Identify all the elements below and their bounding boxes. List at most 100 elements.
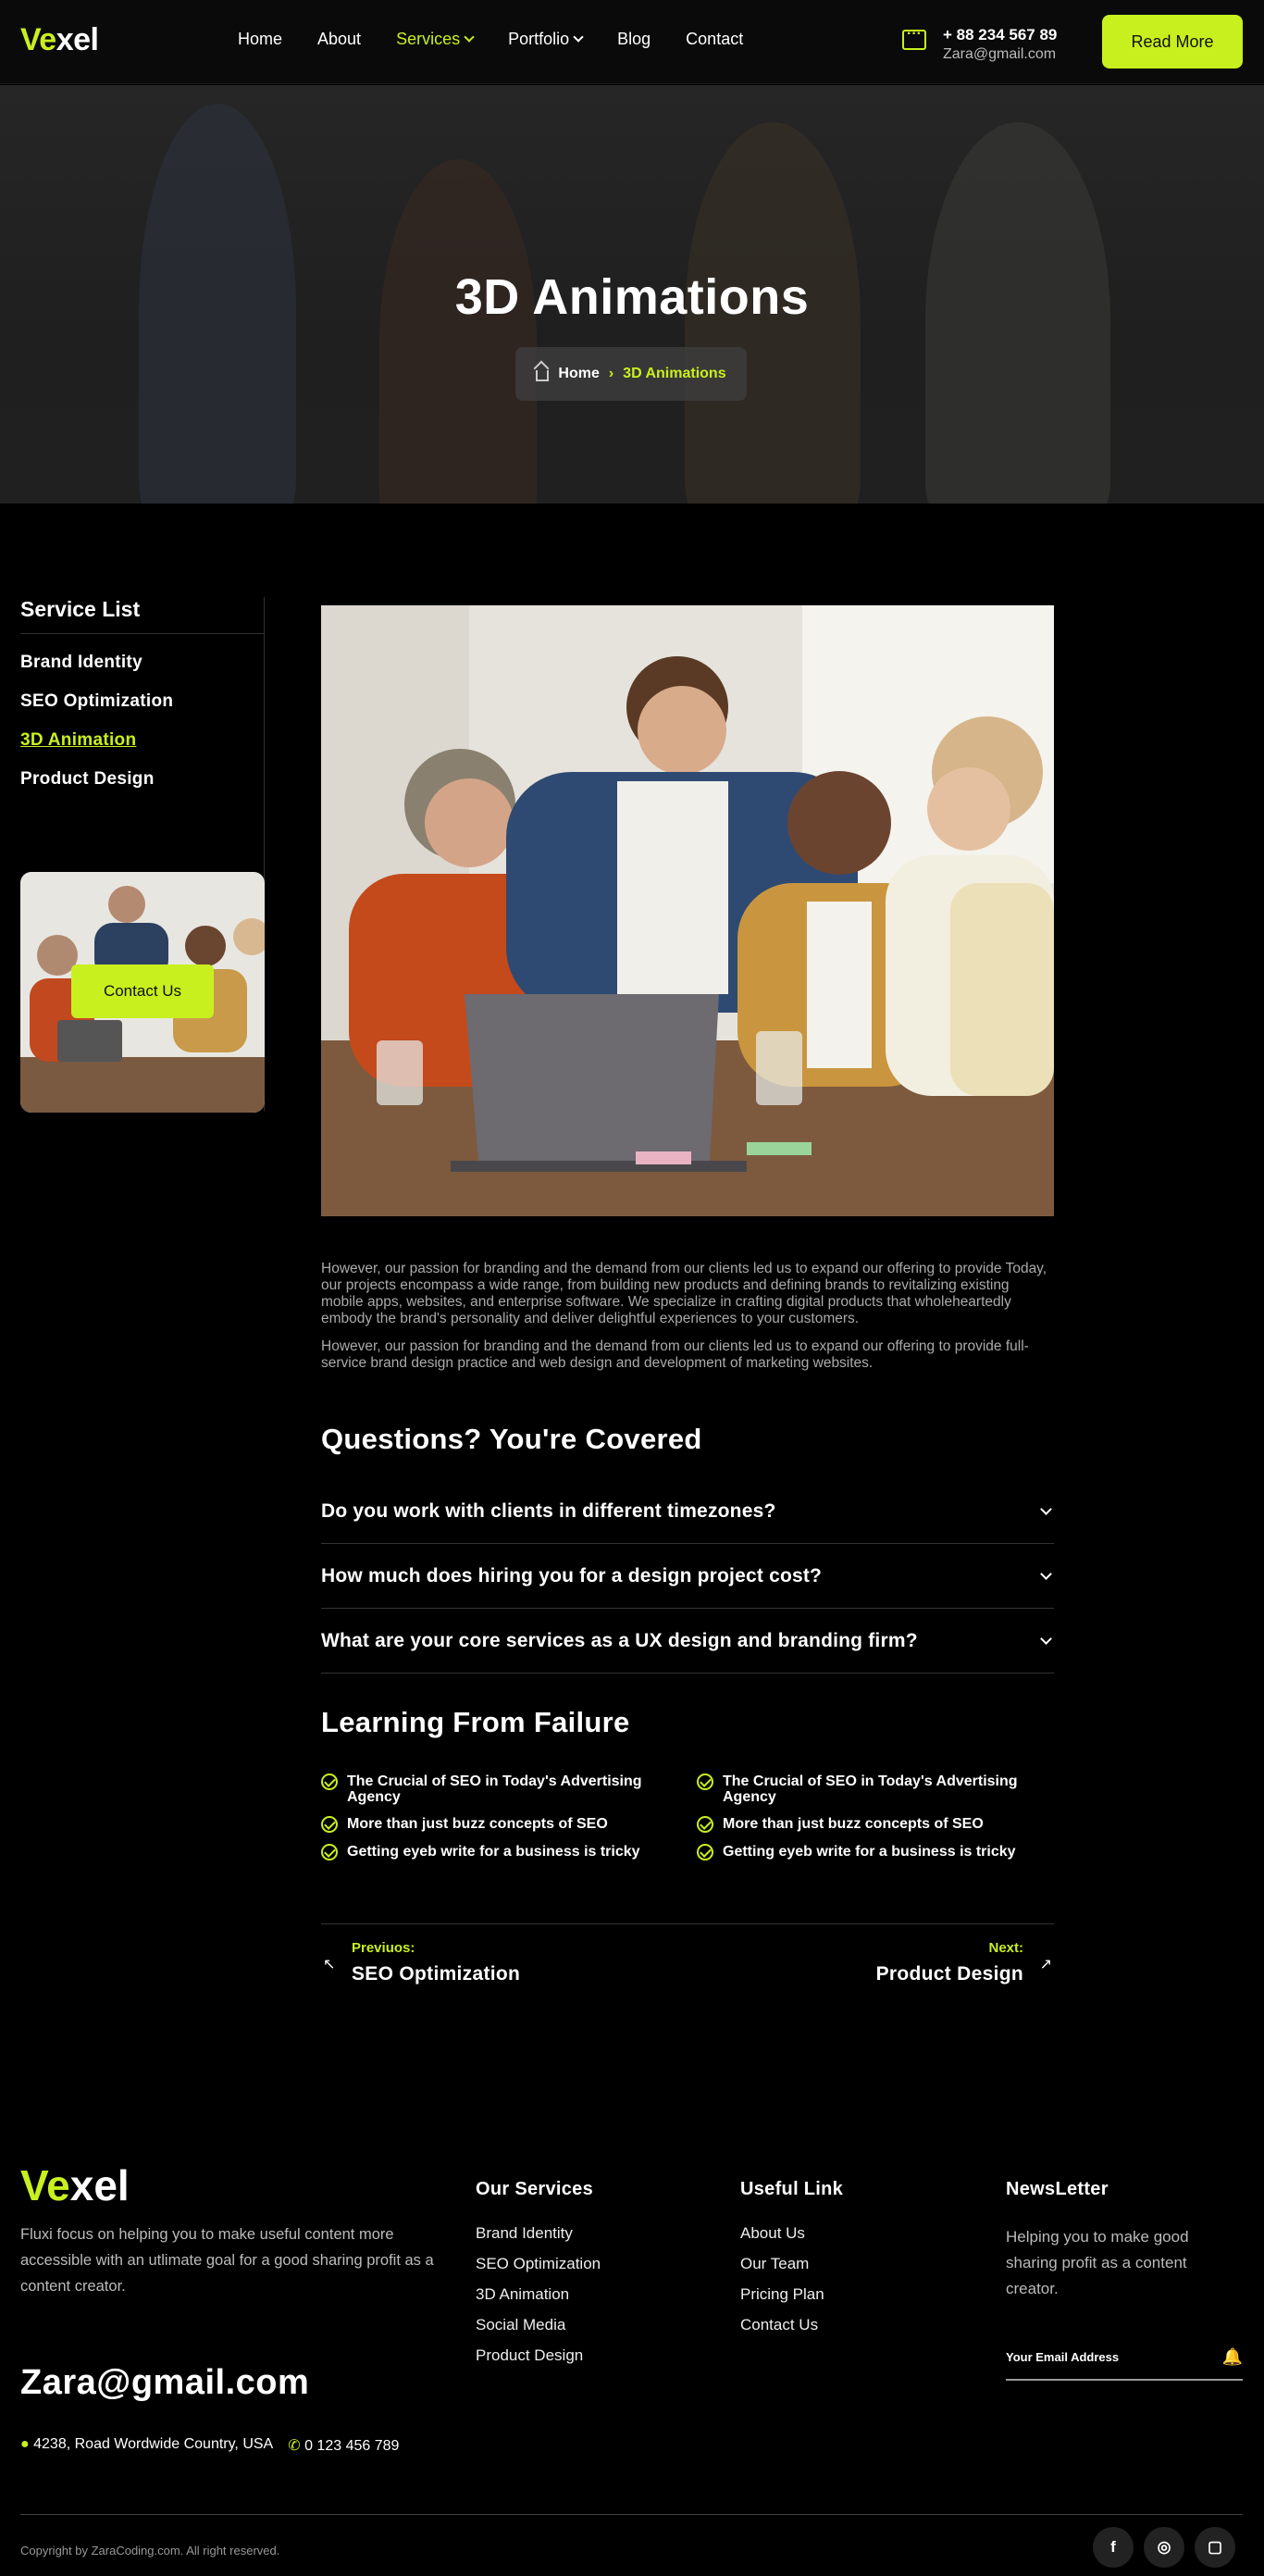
phone-icon: ✆ (288, 2438, 301, 2454)
contact-us-button[interactable]: Contact Us (71, 964, 214, 1018)
logo-accent: Ve (20, 2161, 70, 2209)
sidebar-title: Service List (20, 597, 265, 634)
learning-heading: Learning From Failure (321, 1706, 630, 1738)
prev-label: Previuos: (352, 1940, 415, 1956)
chevron-down-icon (464, 31, 475, 43)
footer-services: Our Services Brand Identity SEO Optimiza… (476, 2179, 601, 2377)
footer-link[interactable]: 3D Animation (476, 2285, 601, 2304)
logo-accent: Ve (20, 22, 56, 57)
nav-contact[interactable]: Contact (686, 30, 743, 49)
newsletter-text: Helping you to make good sharing profit … (1006, 2228, 1189, 2297)
nav-label: Home (238, 30, 283, 48)
sidebar-item-brand-identity[interactable]: Brand Identity (20, 653, 265, 673)
breadcrumb-home[interactable]: Home (558, 366, 599, 382)
location-pin-icon: ● (20, 2436, 30, 2452)
footer-col-title: Useful Link (740, 2179, 844, 2199)
nav-blog[interactable]: Blog (617, 30, 651, 49)
logo-text: xel (56, 22, 99, 57)
faq-question: How much does hiring you for a design pr… (321, 1564, 823, 1587)
list-item: The Crucial of SEO in Today's Advertisin… (697, 1773, 1048, 1805)
nav-home[interactable]: Home (238, 30, 282, 49)
body-paragraph-1: However, our passion for branding and th… (321, 1261, 1047, 1326)
nav-label: Portfolio (508, 30, 570, 48)
chat-icon (902, 26, 926, 50)
footer-link[interactable]: About Us (740, 2224, 843, 2243)
faq-item[interactable]: What are your core services as a UX desi… (321, 1609, 1054, 1674)
address-text: 4238, Road Wordwide Country, USA (33, 2436, 274, 2452)
header-phone[interactable]: + 88 234 567 89 (943, 26, 1057, 44)
faq-question: Do you work with clients in different ti… (321, 1500, 776, 1522)
read-more-button[interactable]: Read More (1102, 15, 1243, 68)
check-list-right: The Crucial of SEO in Today's Advertisin… (697, 1773, 1048, 1872)
service-sidebar: Service List Brand Identity SEO Optimiza… (20, 597, 265, 1113)
hero-photo-shape (379, 159, 537, 504)
logo-text: xel (69, 2161, 130, 2209)
footer-col-title: NewsLetter (1006, 2179, 1109, 2199)
footer-divider (20, 2514, 1243, 2515)
footer-link[interactable]: SEO Optimization (476, 2255, 601, 2273)
logo[interactable]: Vexel (20, 22, 99, 58)
footer-link[interactable]: Our Team (740, 2255, 843, 2273)
address: ● 4238, Road Wordwide Country, USA (20, 2436, 273, 2455)
check-circle-icon (697, 1773, 713, 1790)
footer-link[interactable]: Product Design (476, 2346, 601, 2365)
chevron-right-icon: › (608, 366, 614, 381)
footer-link[interactable]: Social Media (476, 2316, 601, 2334)
page-title: 3D Animations (454, 269, 810, 325)
previous-post-link[interactable]: ↖ Previuos: SEO Optimization (321, 1940, 599, 1996)
dribbble-icon[interactable]: ◎ (1144, 2527, 1184, 2568)
faq-item[interactable]: Do you work with clients in different ti… (321, 1479, 1054, 1544)
header-email[interactable]: Zara@gmail.com (943, 46, 1057, 63)
faq-item[interactable]: How much does hiring you for a design pr… (321, 1544, 1054, 1609)
list-item-text: Getting eyeb write for a business is tri… (723, 1844, 1016, 1860)
prev-title: SEO Optimization (352, 1963, 521, 1985)
list-item-text: The Crucial of SEO in Today's Advertisin… (347, 1773, 642, 1805)
instagram-icon[interactable]: ▢ (1195, 2527, 1235, 2568)
next-post-link[interactable]: Next: Product Design ↗ (776, 1940, 1054, 1996)
site-header: Vexel Home About Services Portfolio Blog… (0, 0, 1264, 84)
phone-text: 0 123 456 789 (304, 2438, 400, 2454)
main-nav: Home About Services Portfolio Blog Conta… (238, 30, 778, 49)
next-title: Product Design (875, 1963, 1023, 1985)
sidebar-contact-card: Contact Us (20, 872, 265, 1113)
footer-link[interactable]: Contact Us (740, 2316, 843, 2334)
chevron-down-icon (573, 31, 584, 43)
chevron-down-icon (1040, 1633, 1052, 1645)
footer-email[interactable]: Zara@gmail.com (20, 2363, 309, 2403)
list-item: Getting eyeb write for a business is tri… (321, 1844, 673, 1860)
body-paragraph-2: However, our passion for branding and th… (321, 1338, 1029, 1371)
newsletter-email-input[interactable]: Your Email Address 🔔 (1006, 2334, 1243, 2381)
check-circle-icon (321, 1844, 338, 1860)
phone[interactable]: ✆ 0 123 456 789 (288, 2436, 399, 2455)
footer-contact-info: ● 4238, Road Wordwide Country, USA ✆ 0 1… (20, 2436, 399, 2455)
list-item: The Crucial of SEO in Today's Advertisin… (321, 1773, 673, 1805)
chevron-down-icon (1040, 1503, 1052, 1515)
list-item-text: Getting eyeb write for a business is tri… (347, 1844, 640, 1860)
hero-banner: 3D Animations Home › 3D Animations (0, 85, 1264, 504)
nav-about[interactable]: About (317, 30, 361, 49)
footer-logo[interactable]: Vexel (20, 2160, 130, 2210)
list-item-text: More than just buzz concepts of SEO (723, 1816, 984, 1832)
sidebar-item-product-design[interactable]: Product Design (20, 769, 265, 790)
nav-label: Blog (617, 30, 651, 48)
sidebar-item-seo[interactable]: SEO Optimization (20, 691, 265, 712)
nav-label: About (317, 30, 362, 48)
facebook-icon[interactable]: f (1093, 2527, 1134, 2568)
breadcrumb-current: 3D Animations (623, 366, 726, 381)
list-item: More than just buzz concepts of SEO (321, 1816, 673, 1833)
footer-col-title: Our Services (476, 2179, 594, 2199)
nav-label: Services (396, 30, 461, 48)
faq-question: What are your core services as a UX desi… (321, 1629, 918, 1651)
list-item: More than just buzz concepts of SEO (697, 1816, 1048, 1833)
nav-portfolio[interactable]: Portfolio (508, 30, 584, 49)
bell-icon[interactable]: 🔔 (1222, 2347, 1243, 2367)
sidebar-item-3d-animation[interactable]: 3D Animation (20, 730, 265, 751)
check-circle-icon (697, 1816, 713, 1833)
check-circle-icon (697, 1844, 713, 1860)
next-label: Next: (988, 1940, 1023, 1956)
nav-label: Contact (686, 30, 744, 48)
footer-link[interactable]: Brand Identity (476, 2224, 601, 2243)
nav-services[interactable]: Services (396, 30, 475, 49)
footer-link[interactable]: Pricing Plan (740, 2285, 843, 2304)
copyright: Copyright by ZaraCoding.com. All right r… (20, 2544, 280, 2557)
